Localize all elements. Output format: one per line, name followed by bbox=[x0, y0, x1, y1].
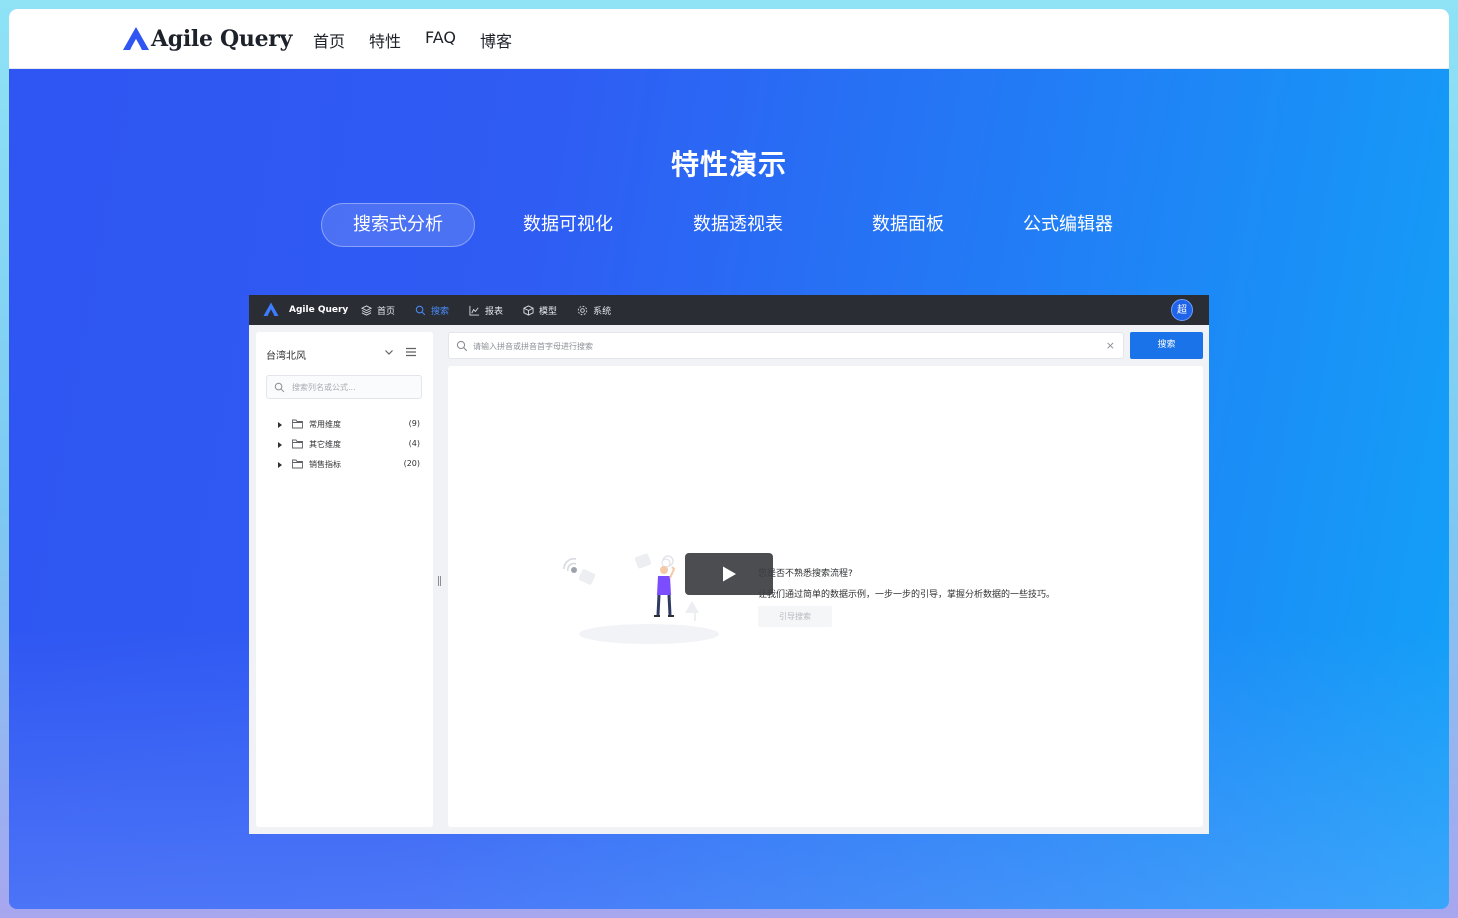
main-nav: 首页 特性 FAQ 博客 bbox=[313, 28, 512, 52]
tree-folder-label: 常用维度 bbox=[309, 420, 341, 429]
tab-dashboard[interactable]: 数据面板 bbox=[831, 203, 985, 247]
demo-menu-label: 搜索 bbox=[431, 307, 450, 317]
agile-query-logo-icon bbox=[123, 27, 149, 50]
search-icon bbox=[274, 382, 285, 393]
layers-icon bbox=[361, 305, 372, 316]
site-logo[interactable]: Agile Query bbox=[122, 24, 292, 54]
tree-folder-common-dimensions[interactable]: 常用维度 (9) bbox=[278, 416, 420, 436]
agile-query-logo-icon bbox=[263, 302, 279, 316]
demo-menu-label: 首页 bbox=[377, 307, 396, 317]
demo-menu-search[interactable]: 搜索 bbox=[415, 304, 449, 317]
datasource-name: 台湾北风 bbox=[266, 351, 306, 362]
chart-icon bbox=[469, 305, 480, 316]
tab-pivot-table[interactable]: 数据透视表 bbox=[661, 203, 815, 247]
nav-features[interactable]: 特性 bbox=[369, 28, 401, 52]
nav-faq[interactable]: FAQ bbox=[425, 28, 456, 52]
demo-video[interactable]: Agile Query 首页 搜索 报表 模型 系统 超 台湾北风 搜索列名或公… bbox=[249, 295, 1209, 834]
demo-logo[interactable]: Agile Query bbox=[263, 302, 348, 317]
tree-folder-sales-metrics[interactable]: 销售指标 (20) bbox=[278, 456, 420, 476]
demo-search-input[interactable] bbox=[473, 337, 1093, 355]
search-icon bbox=[415, 305, 426, 316]
demo-brand-name: Agile Query bbox=[289, 304, 349, 315]
demo-result-area: 您是否不熟悉搜索流程? 让我们通过简单的数据示例，一步一步的引导，掌握分析数据的… bbox=[448, 366, 1203, 827]
demo-menu-label: 模型 bbox=[539, 307, 558, 317]
play-icon bbox=[723, 566, 736, 582]
field-search-input[interactable] bbox=[292, 378, 417, 396]
search-icon bbox=[456, 340, 468, 352]
demo-menu: 首页 搜索 报表 模型 系统 bbox=[361, 304, 631, 317]
demo-menu-system[interactable]: 系统 bbox=[577, 304, 611, 317]
demo-field-sidebar: 台湾北风 常用维度 (9) 其它维度 (4) bbox=[256, 332, 433, 827]
tree-folder-count: (4) bbox=[408, 439, 420, 448]
menu-icon[interactable] bbox=[405, 346, 417, 358]
demo-menu-label: 系统 bbox=[593, 307, 612, 317]
caret-right-icon[interactable] bbox=[278, 442, 282, 448]
chevron-down-icon[interactable] bbox=[383, 346, 395, 358]
brand-name: Agile Query bbox=[151, 26, 293, 52]
demo-search-button[interactable]: 搜索 bbox=[1130, 332, 1203, 359]
field-tree: 常用维度 (9) 其它维度 (4) 销售指标 (20) bbox=[278, 416, 420, 476]
video-play-button[interactable] bbox=[685, 553, 773, 595]
demo-menu-label: 报表 bbox=[485, 307, 504, 317]
site-navbar: Agile Query 首页 特性 FAQ 博客 bbox=[9, 9, 1449, 69]
tree-folder-count: (20) bbox=[403, 459, 420, 468]
caret-right-icon[interactable] bbox=[278, 422, 282, 428]
tree-folder-count: (9) bbox=[408, 419, 420, 428]
user-avatar[interactable]: 超 bbox=[1171, 299, 1193, 321]
tree-folder-label: 销售指标 bbox=[309, 460, 341, 469]
demo-menu-home[interactable]: 首页 bbox=[361, 304, 395, 317]
nav-home[interactable]: 首页 bbox=[313, 28, 345, 52]
guided-search-button[interactable]: 引导搜索 bbox=[758, 606, 832, 627]
panel-resize-handle[interactable] bbox=[438, 576, 441, 586]
folder-icon bbox=[292, 419, 303, 429]
folder-icon bbox=[292, 439, 303, 449]
cube-icon bbox=[523, 305, 534, 316]
tab-data-visualization[interactable]: 数据可视化 bbox=[491, 203, 645, 247]
nav-blog[interactable]: 博客 bbox=[480, 28, 512, 52]
gear-icon bbox=[577, 305, 588, 316]
demo-search-bar: × bbox=[448, 332, 1124, 359]
tree-folder-label: 其它维度 bbox=[309, 440, 341, 449]
demo-app-topbar: Agile Query 首页 搜索 报表 模型 系统 超 bbox=[249, 295, 1209, 325]
folder-icon bbox=[292, 459, 303, 469]
tab-formula-editor[interactable]: 公式编辑器 bbox=[991, 203, 1145, 247]
clear-icon[interactable]: × bbox=[1106, 339, 1115, 353]
tree-folder-other-dimensions[interactable]: 其它维度 (4) bbox=[278, 436, 420, 456]
demo-menu-models[interactable]: 模型 bbox=[523, 304, 557, 317]
guide-description: 让我们通过简单的数据示例，一步一步的引导，掌握分析数据的一些技巧。 bbox=[758, 590, 1056, 600]
section-title: 特性演示 bbox=[670, 148, 787, 181]
tab-search-analysis[interactable]: 搜索式分析 bbox=[321, 203, 475, 247]
demo-menu-reports[interactable]: 报表 bbox=[469, 304, 503, 317]
caret-right-icon[interactable] bbox=[278, 462, 282, 468]
browser-window: Agile Query 首页 特性 FAQ 博客 特性演示 搜索式分析 数据可视… bbox=[9, 9, 1449, 909]
field-search-box bbox=[266, 375, 422, 399]
